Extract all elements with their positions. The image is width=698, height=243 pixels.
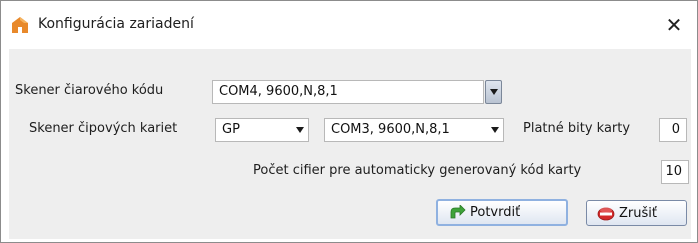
- chip-scanner-type-value: GP: [222, 122, 240, 137]
- chevron-down-icon[interactable]: [486, 119, 503, 141]
- dialog-window: Konfigurácia zariadení ✕ Skener čiarovéh…: [0, 0, 698, 243]
- chip-scanner-type-select[interactable]: GP: [215, 118, 309, 142]
- chevron-down-icon: [489, 89, 498, 95]
- red-stop-icon: [597, 205, 615, 221]
- chevron-down-icon[interactable]: [291, 119, 308, 141]
- chip-scanner-label: Skener čipových kariet: [29, 121, 178, 136]
- cancel-button[interactable]: Zrušiť: [586, 200, 687, 226]
- confirm-button-label: Potvrdiť: [470, 205, 521, 220]
- barcode-scanner-label: Skener čiarového kódu: [15, 83, 164, 98]
- app-logo-icon: [11, 16, 29, 34]
- cancel-button-label: Zrušiť: [619, 205, 657, 221]
- valid-bits-label: Platné bity karty: [523, 121, 631, 136]
- green-arrow-icon: [448, 203, 466, 221]
- title-bar: Konfigurácia zariadení ✕: [1, 1, 697, 49]
- barcode-scanner-value: COM4, 9600,N,8,1: [219, 84, 338, 99]
- digit-count-label: Počet cifier pre automaticky generovaný …: [253, 163, 582, 178]
- close-icon[interactable]: ✕: [666, 13, 683, 37]
- barcode-scanner-dropdown-button[interactable]: [485, 80, 502, 104]
- confirm-button[interactable]: Potvrdiť: [436, 199, 568, 226]
- window-title: Konfigurácia zariadení: [38, 16, 194, 32]
- chip-scanner-port-value: COM3, 9600,N,8,1: [331, 122, 450, 137]
- digit-count-input[interactable]: 10: [661, 160, 689, 184]
- dialog-content: Skener čiarového kódu COM4, 9600,N,8,1 S…: [9, 49, 691, 239]
- barcode-scanner-select[interactable]: COM4, 9600,N,8,1: [212, 80, 484, 104]
- chip-scanner-port-select[interactable]: COM3, 9600,N,8,1: [324, 118, 504, 142]
- valid-bits-input[interactable]: 0: [659, 118, 687, 142]
- close-button[interactable]: ✕: [651, 1, 697, 49]
